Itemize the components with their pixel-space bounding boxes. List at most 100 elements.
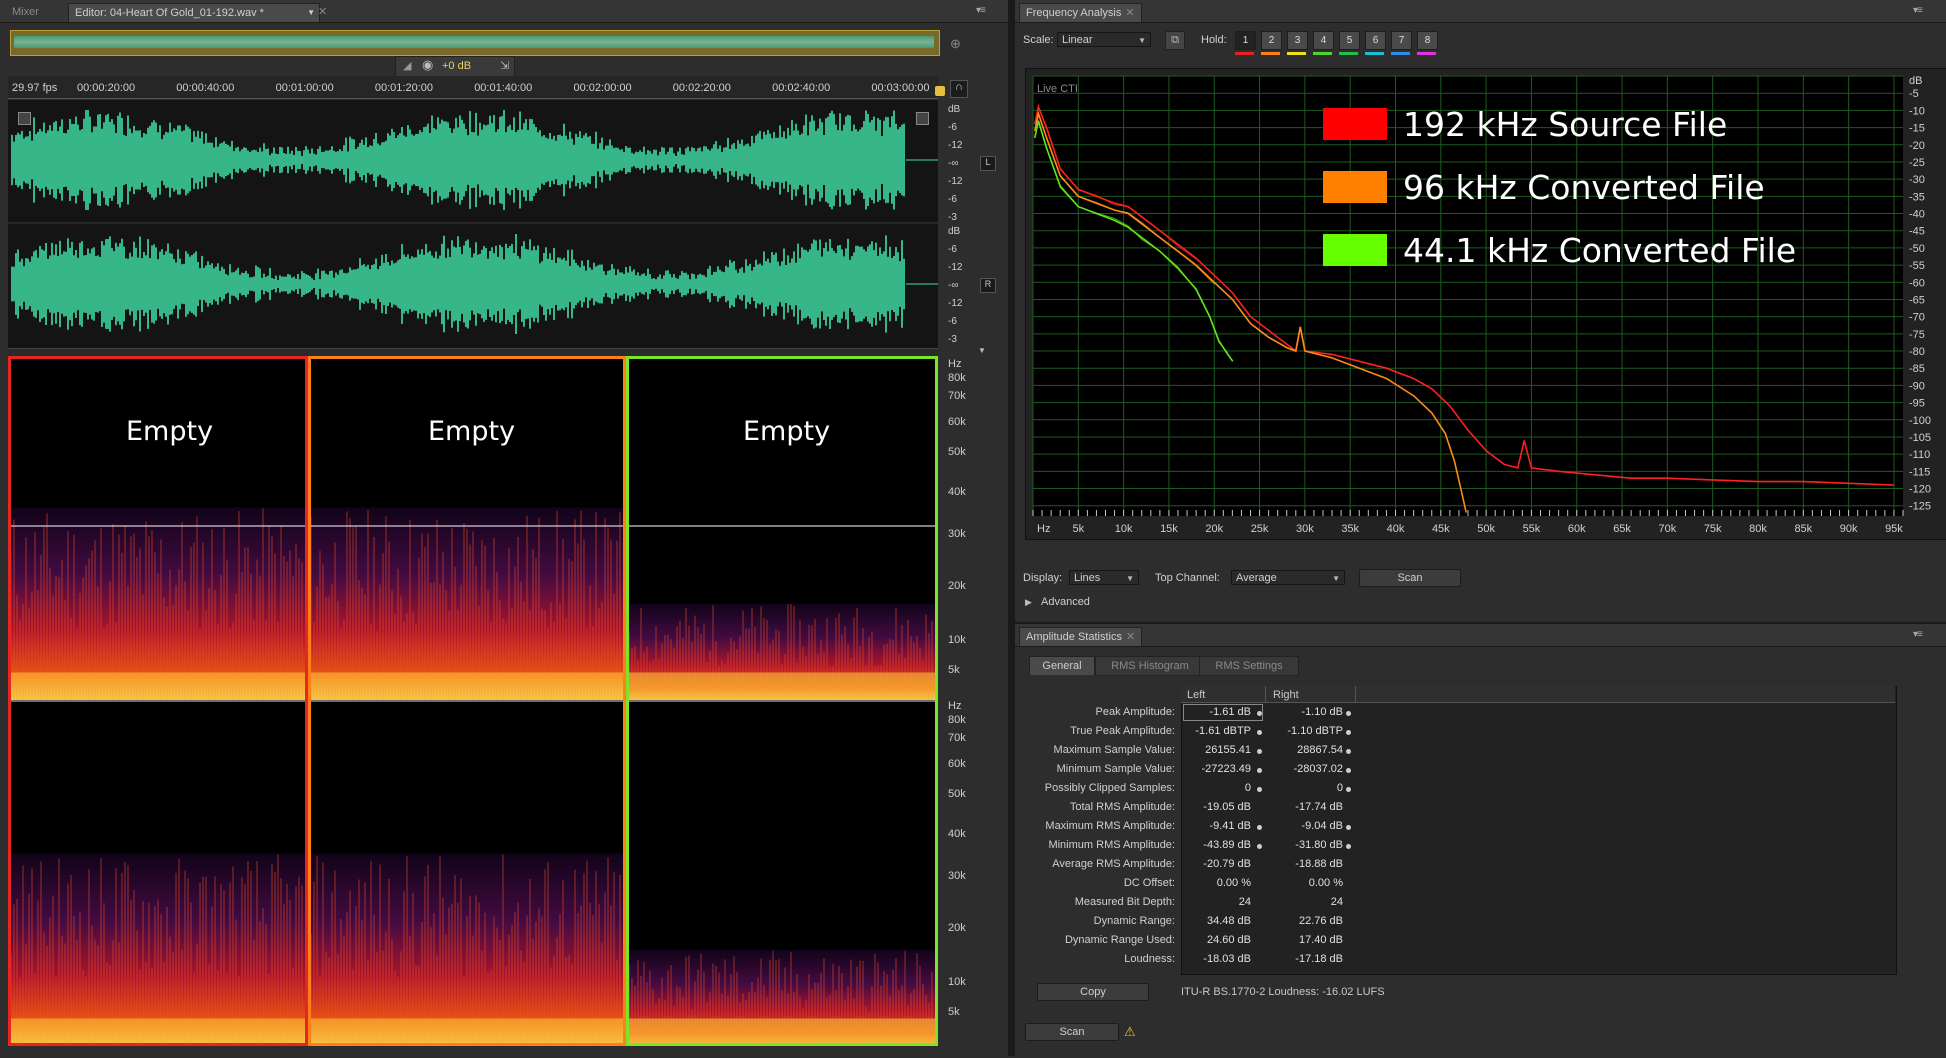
y-tick-label: -100 xyxy=(1909,415,1931,427)
hold-button-6[interactable]: 6 xyxy=(1365,31,1386,50)
channel-right-badge[interactable]: R xyxy=(980,278,996,293)
tab-frequency-analysis[interactable]: Frequency Analysis ✕ xyxy=(1019,3,1142,22)
pin-icon[interactable]: ⇲ xyxy=(500,59,509,72)
subtab-general[interactable]: General xyxy=(1029,656,1095,675)
header-divider xyxy=(1265,686,1266,702)
hold-button-5[interactable]: 5 xyxy=(1339,31,1360,50)
stat-right-value: 17.40 dB xyxy=(1298,934,1343,946)
tab-amplitude-statistics[interactable]: Amplitude Statistics ✕ xyxy=(1019,627,1143,646)
zoom-icon[interactable]: ⊕ xyxy=(950,36,961,52)
spectrum-low-band xyxy=(626,1018,938,1046)
legend-swatch xyxy=(1323,234,1387,266)
hz-tick-label: 80k xyxy=(948,714,966,726)
display-dropdown[interactable]: Lines ▼ xyxy=(1069,570,1139,585)
panel-menu-icon[interactable]: ▾≡ xyxy=(1913,5,1923,16)
pin-icon[interactable] xyxy=(1346,768,1351,773)
amp-tab-label: Amplitude Statistics xyxy=(1026,631,1122,643)
hz-tick-label: 30k xyxy=(948,528,966,540)
subtab-rms-settings[interactable]: RMS Settings xyxy=(1199,656,1299,676)
hold-button-7[interactable]: 7 xyxy=(1391,31,1412,50)
pin-icon[interactable] xyxy=(1346,787,1351,792)
pin-icon[interactable] xyxy=(1257,844,1262,849)
hold-button-1[interactable]: 1 xyxy=(1235,31,1256,50)
time-tick-label: 00:00:20:00 xyxy=(77,82,136,94)
panel-menu-icon[interactable]: ▾≡ xyxy=(1913,629,1923,640)
scale-dropdown[interactable]: Linear ▼ xyxy=(1057,32,1151,47)
db-tick-label: -∞ xyxy=(948,280,959,291)
hz-tick-label: Hz xyxy=(948,358,962,370)
advanced-label[interactable]: Advanced xyxy=(1041,596,1090,608)
playhead-marker[interactable] xyxy=(935,86,945,96)
panel-menu-icon[interactable]: ▾≡ xyxy=(976,5,986,16)
copy-graph-icon[interactable]: ⧉ xyxy=(1165,31,1185,50)
y-tick-label: -90 xyxy=(1909,380,1925,392)
frequency-graph[interactable]: Hz 5k 10k 15k 20k 25k 30k 35k 40k 45k 50k 55k 60k 65k… xyxy=(1025,68,1946,538)
copy-button[interactable]: Copy xyxy=(1037,983,1149,1001)
spectrogram-svg[interactable] xyxy=(8,356,938,1046)
stats-row-5: Possibly Clipped Samples: 0 0 xyxy=(1015,780,1946,799)
stat-left-value: 26155.41 xyxy=(1205,744,1251,756)
volume-value[interactable]: +0 dB xyxy=(442,60,471,72)
pin-icon[interactable] xyxy=(1257,768,1262,773)
subtab-rms-settings-label: RMS Settings xyxy=(1215,660,1283,672)
db-tick-label: dB xyxy=(948,226,961,237)
hz-tick-label: 60k xyxy=(948,758,966,770)
close-icon[interactable]: ✕ xyxy=(318,5,327,18)
header-left: Left xyxy=(1187,689,1206,701)
freq-scan-button[interactable]: Scan xyxy=(1359,569,1461,587)
pin-icon[interactable] xyxy=(1346,825,1351,830)
y-tick-label: -25 xyxy=(1909,157,1925,169)
panel-divider[interactable] xyxy=(1008,0,1015,1056)
subtab-rms-histogram-label: RMS Histogram xyxy=(1111,660,1189,672)
waveform-db-scale xyxy=(940,100,1000,348)
y-tick-label: -125 xyxy=(1909,501,1931,513)
pin-icon[interactable] xyxy=(1346,844,1351,849)
disclosure-triangle-icon[interactable]: ▶ xyxy=(1025,597,1032,608)
x-tick-label: 10k xyxy=(1115,523,1133,535)
pin-icon[interactable] xyxy=(1257,787,1262,792)
lock-icon[interactable] xyxy=(18,112,31,125)
subtab-rms-histogram[interactable]: RMS Histogram xyxy=(1095,656,1205,676)
stat-left-value: -9.41 dB xyxy=(1209,820,1251,832)
channel-left-badge[interactable]: L xyxy=(980,156,996,171)
hold-button-8[interactable]: 8 xyxy=(1417,31,1438,50)
pin-icon[interactable] xyxy=(1257,711,1262,716)
headphones-icon[interactable]: ∩ xyxy=(950,80,968,98)
stat-right-value: 0 xyxy=(1336,782,1343,794)
stats-row-9: Average RMS Amplitude: -20.79 dB -18.88 dB xyxy=(1015,856,1946,875)
close-icon[interactable]: ✕ xyxy=(1125,7,1134,19)
pin-icon[interactable] xyxy=(1257,825,1262,830)
x-tick-label: 25k xyxy=(1251,523,1269,535)
knob-icon[interactable]: ◉ xyxy=(422,57,433,73)
expand-icon[interactable] xyxy=(916,112,929,125)
stats-row-13: Dynamic Range Used: 24.60 dB 17.40 dB xyxy=(1015,932,1946,951)
hold-button-3[interactable]: 3 xyxy=(1287,31,1308,50)
close-icon[interactable]: ✕ xyxy=(1126,631,1135,643)
pin-icon[interactable] xyxy=(1257,749,1262,754)
hold-button-4[interactable]: 4 xyxy=(1313,31,1334,50)
y-tick-label: -45 xyxy=(1909,226,1925,238)
top-channel-dropdown[interactable]: Average ▼ xyxy=(1231,570,1345,585)
pin-icon[interactable] xyxy=(1346,711,1351,716)
tab-editor[interactable]: Editor: 04-Heart Of Gold_01-192.wav * ▼ xyxy=(68,3,320,22)
y-tick-label: -35 xyxy=(1909,191,1925,203)
stat-left-value: -27223.49 xyxy=(1201,763,1251,775)
chevron-down-icon[interactable]: ▼ xyxy=(307,4,315,22)
x-tick-label: 45k xyxy=(1432,523,1450,535)
x-tick-label: 80k xyxy=(1749,523,1767,535)
scroll-down-icon[interactable]: ▼ xyxy=(978,346,986,355)
hold-color-bar xyxy=(1235,52,1254,55)
pin-icon[interactable] xyxy=(1346,749,1351,754)
empty-label-96: Empty xyxy=(428,416,516,447)
tab-mixer[interactable]: Mixer xyxy=(6,3,45,21)
pin-icon[interactable] xyxy=(1346,730,1351,735)
top-channel-label: Top Channel: xyxy=(1155,572,1220,584)
spectrum-low-band xyxy=(626,672,938,700)
pin-icon[interactable] xyxy=(1257,730,1262,735)
stat-name: Average RMS Amplitude: xyxy=(1052,858,1175,870)
stat-name: True Peak Amplitude: xyxy=(1070,725,1175,737)
hold-color-bar xyxy=(1287,52,1306,55)
amp-scan-button[interactable]: Scan xyxy=(1025,1023,1119,1041)
hold-button-2[interactable]: 2 xyxy=(1261,31,1282,50)
legend-label: 96 kHz Converted File xyxy=(1403,168,1765,207)
